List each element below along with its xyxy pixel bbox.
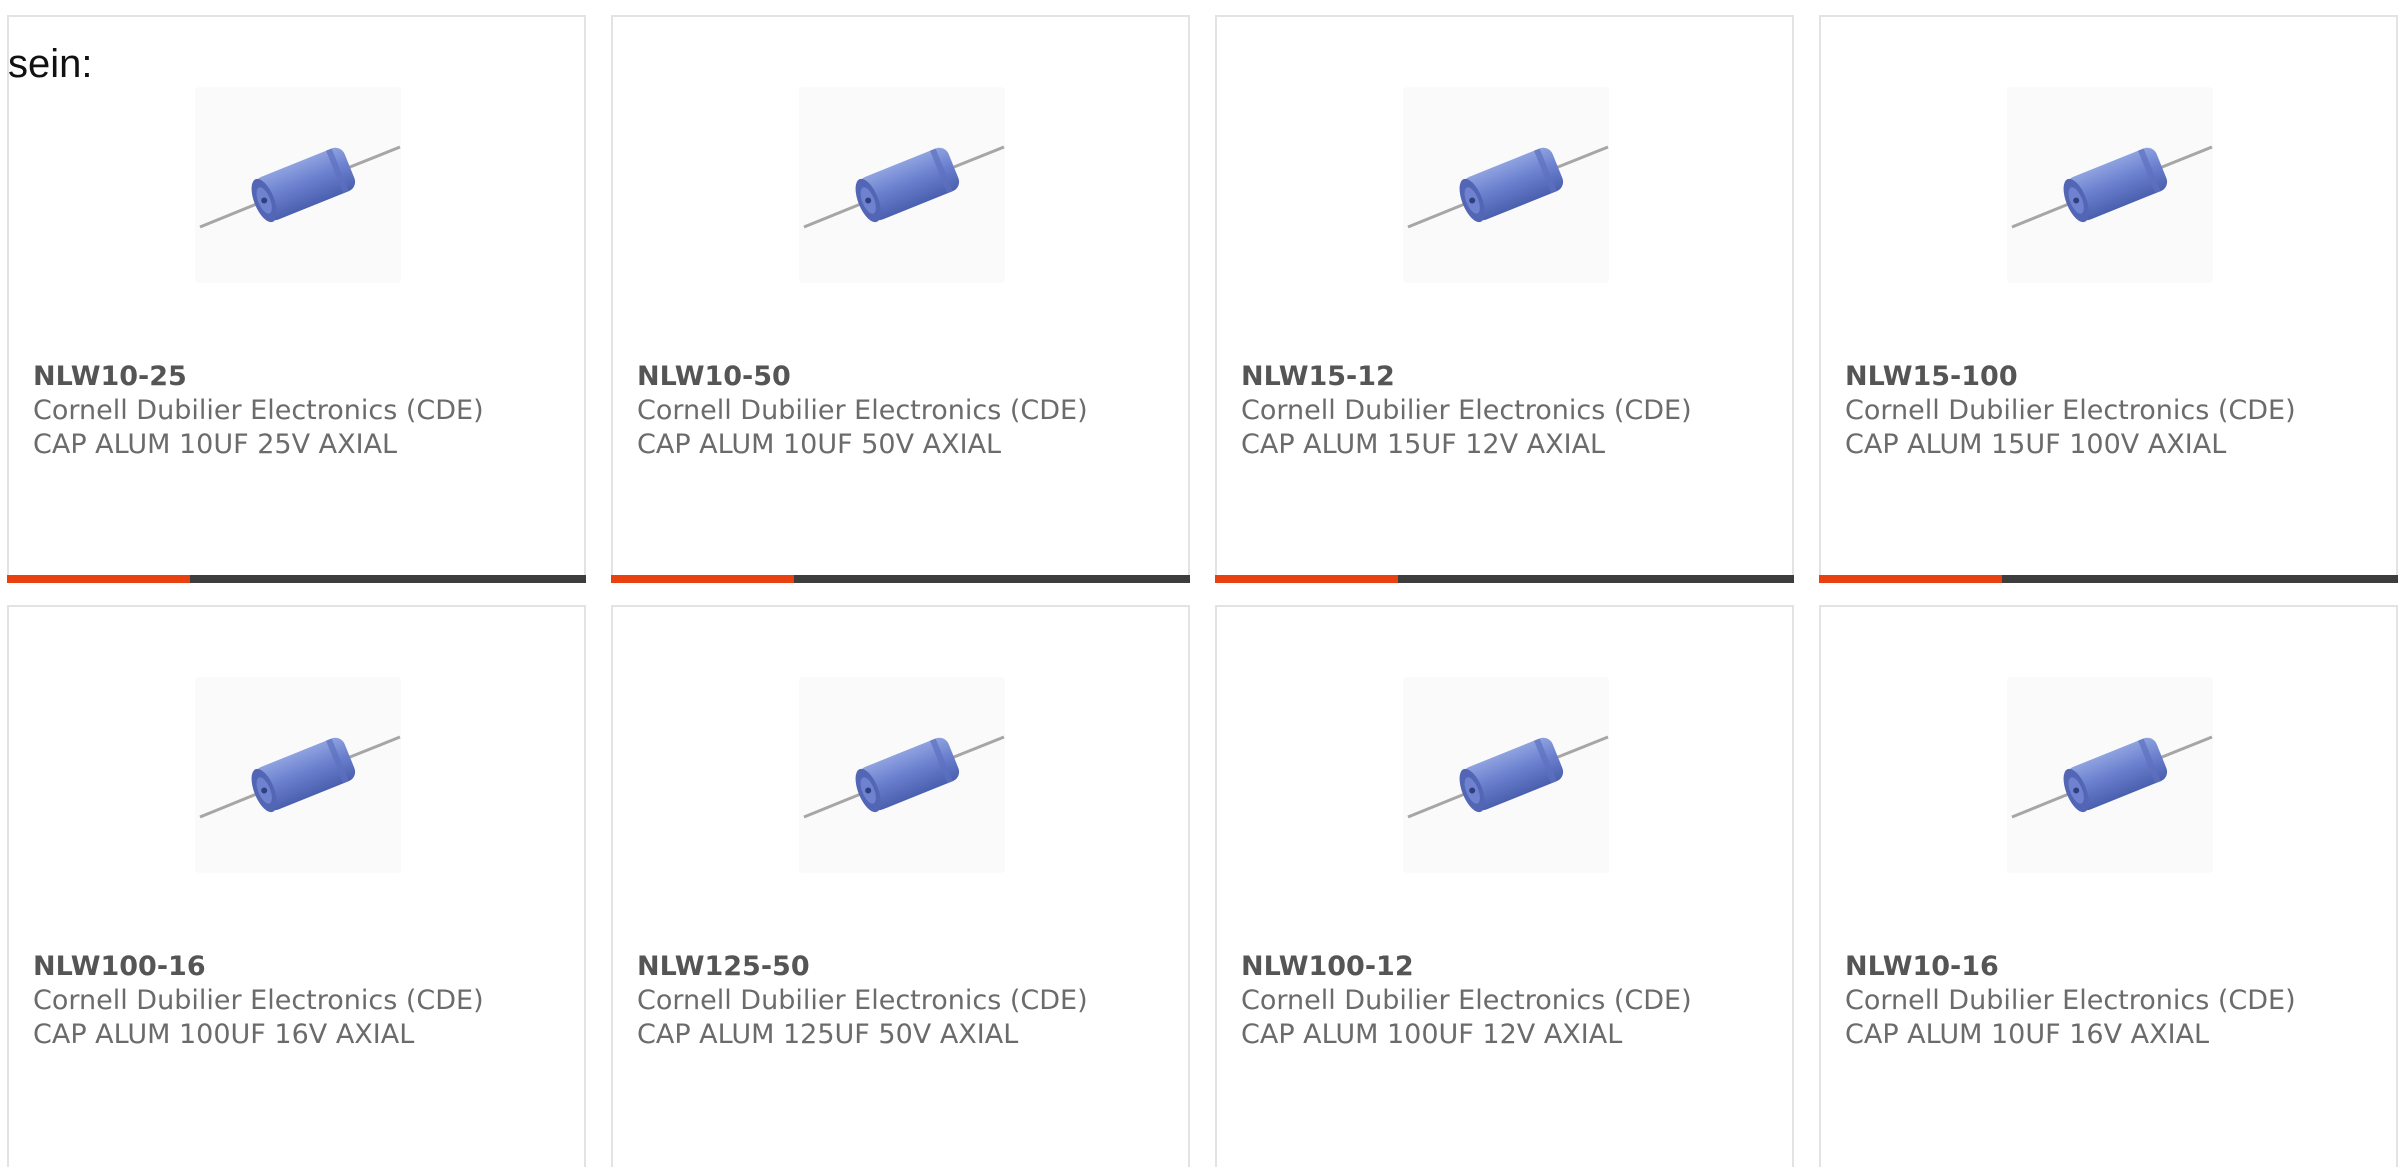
product-card[interactable]: NLW125-50 Cornell Dubilier Electronics (… (611, 605, 1190, 1167)
product-grid: NLW10-25 Cornell Dubilier Electronics (C… (7, 15, 2400, 1167)
product-info: NLW100-12 Cornell Dubilier Electronics (… (1241, 950, 1782, 1052)
description: CAP ALUM 10UF 25V AXIAL (33, 429, 398, 460)
intro-text: sein: (8, 42, 93, 86)
part-number[interactable]: NLW100-16 (33, 950, 574, 984)
part-number[interactable]: NLW15-12 (1241, 360, 1782, 394)
description: CAP ALUM 10UF 16V AXIAL (1845, 1019, 2210, 1050)
manufacturer: Cornell Dubilier Electronics (CDE) (33, 395, 484, 426)
part-number[interactable]: NLW10-25 (33, 360, 574, 394)
card-progress-bar (1819, 575, 2398, 583)
manufacturer: Cornell Dubilier Electronics (CDE) (1845, 395, 2296, 426)
product-info: NLW10-25 Cornell Dubilier Electronics (C… (33, 360, 574, 462)
card-progress-accent (1215, 575, 1398, 583)
product-info: NLW10-16 Cornell Dubilier Electronics (C… (1845, 950, 2386, 1052)
axial-capacitor-icon[interactable] (1403, 677, 1609, 873)
product-info: NLW15-100 Cornell Dubilier Electronics (… (1845, 360, 2386, 462)
manufacturer: Cornell Dubilier Electronics (CDE) (1241, 985, 1692, 1016)
description: CAP ALUM 10UF 50V AXIAL (637, 429, 1002, 460)
axial-capacitor-icon[interactable] (2007, 87, 2213, 283)
manufacturer: Cornell Dubilier Electronics (CDE) (1241, 395, 1692, 426)
card-progress-accent (611, 575, 794, 583)
description: CAP ALUM 125UF 50V AXIAL (637, 1019, 1019, 1050)
manufacturer: Cornell Dubilier Electronics (CDE) (637, 985, 1088, 1016)
part-number[interactable]: NLW10-50 (637, 360, 1178, 394)
part-number[interactable]: NLW125-50 (637, 950, 1178, 984)
description: CAP ALUM 100UF 12V AXIAL (1241, 1019, 1623, 1050)
axial-capacitor-icon[interactable] (195, 677, 401, 873)
card-progress-bar (7, 575, 586, 583)
page: sein: NLW10-25 Cornell Dubilier Electron… (0, 0, 2400, 1167)
product-card[interactable]: NLW10-25 Cornell Dubilier Electronics (C… (7, 15, 586, 583)
product-card[interactable]: NLW100-16 Cornell Dubilier Electronics (… (7, 605, 586, 1167)
axial-capacitor-icon[interactable] (799, 677, 1005, 873)
product-info: NLW100-16 Cornell Dubilier Electronics (… (33, 950, 574, 1052)
product-card[interactable]: NLW10-50 Cornell Dubilier Electronics (C… (611, 15, 1190, 583)
product-info: NLW10-50 Cornell Dubilier Electronics (C… (637, 360, 1178, 462)
part-number[interactable]: NLW15-100 (1845, 360, 2386, 394)
manufacturer: Cornell Dubilier Electronics (CDE) (637, 395, 1088, 426)
axial-capacitor-icon[interactable] (195, 87, 401, 283)
axial-capacitor-icon[interactable] (1403, 87, 1609, 283)
description: CAP ALUM 15UF 12V AXIAL (1241, 429, 1606, 460)
product-card[interactable]: NLW10-16 Cornell Dubilier Electronics (C… (1819, 605, 2398, 1167)
description: CAP ALUM 100UF 16V AXIAL (33, 1019, 415, 1050)
description: CAP ALUM 15UF 100V AXIAL (1845, 429, 2227, 460)
card-progress-bar (611, 575, 1190, 583)
product-info: NLW125-50 Cornell Dubilier Electronics (… (637, 950, 1178, 1052)
part-number[interactable]: NLW10-16 (1845, 950, 2386, 984)
axial-capacitor-icon[interactable] (799, 87, 1005, 283)
product-info: NLW15-12 Cornell Dubilier Electronics (C… (1241, 360, 1782, 462)
card-progress-accent (1819, 575, 2002, 583)
product-card[interactable]: NLW100-12 Cornell Dubilier Electronics (… (1215, 605, 1794, 1167)
manufacturer: Cornell Dubilier Electronics (CDE) (33, 985, 484, 1016)
card-progress-bar (1215, 575, 1794, 583)
product-card[interactable]: NLW15-12 Cornell Dubilier Electronics (C… (1215, 15, 1794, 583)
manufacturer: Cornell Dubilier Electronics (CDE) (1845, 985, 2296, 1016)
part-number[interactable]: NLW100-12 (1241, 950, 1782, 984)
axial-capacitor-icon[interactable] (2007, 677, 2213, 873)
product-card[interactable]: NLW15-100 Cornell Dubilier Electronics (… (1819, 15, 2398, 583)
card-progress-accent (7, 575, 190, 583)
